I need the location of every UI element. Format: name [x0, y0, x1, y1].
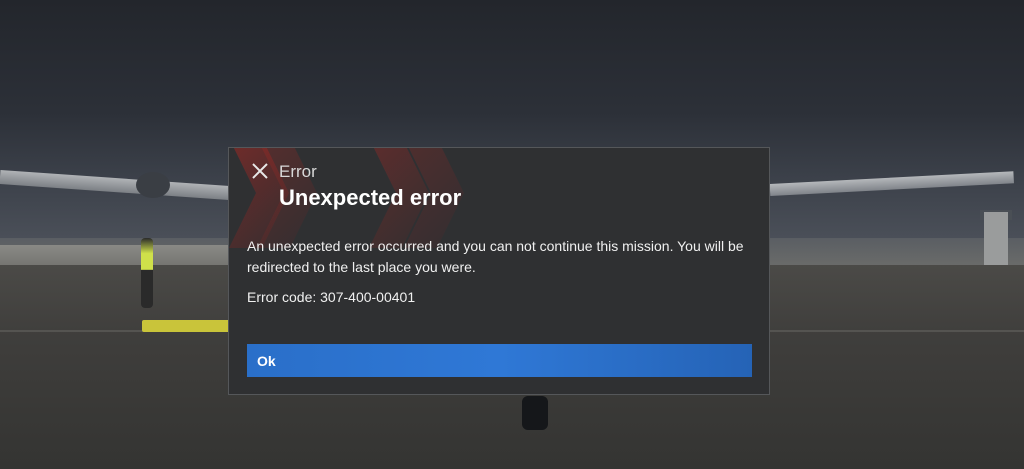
dialog-title: Unexpected error: [279, 185, 462, 210]
dialog-message: An unexpected error occurred and you can…: [247, 238, 744, 275]
dialog-eyebrow: Error: [279, 162, 317, 181]
error-code: Error code: 307-400-00401: [247, 289, 416, 305]
aircraft-nose-wheel: [522, 396, 548, 430]
close-icon-glyph: [252, 163, 268, 179]
close-icon[interactable]: [249, 162, 271, 184]
aircraft-engine: [136, 172, 170, 198]
ok-button[interactable]: Ok: [247, 344, 752, 377]
ground-crew-person: [141, 238, 153, 308]
ground-cart: [142, 320, 232, 332]
control-tower: [984, 212, 1008, 266]
error-dialog: Error Unexpected error An unexpected err…: [228, 147, 770, 395]
